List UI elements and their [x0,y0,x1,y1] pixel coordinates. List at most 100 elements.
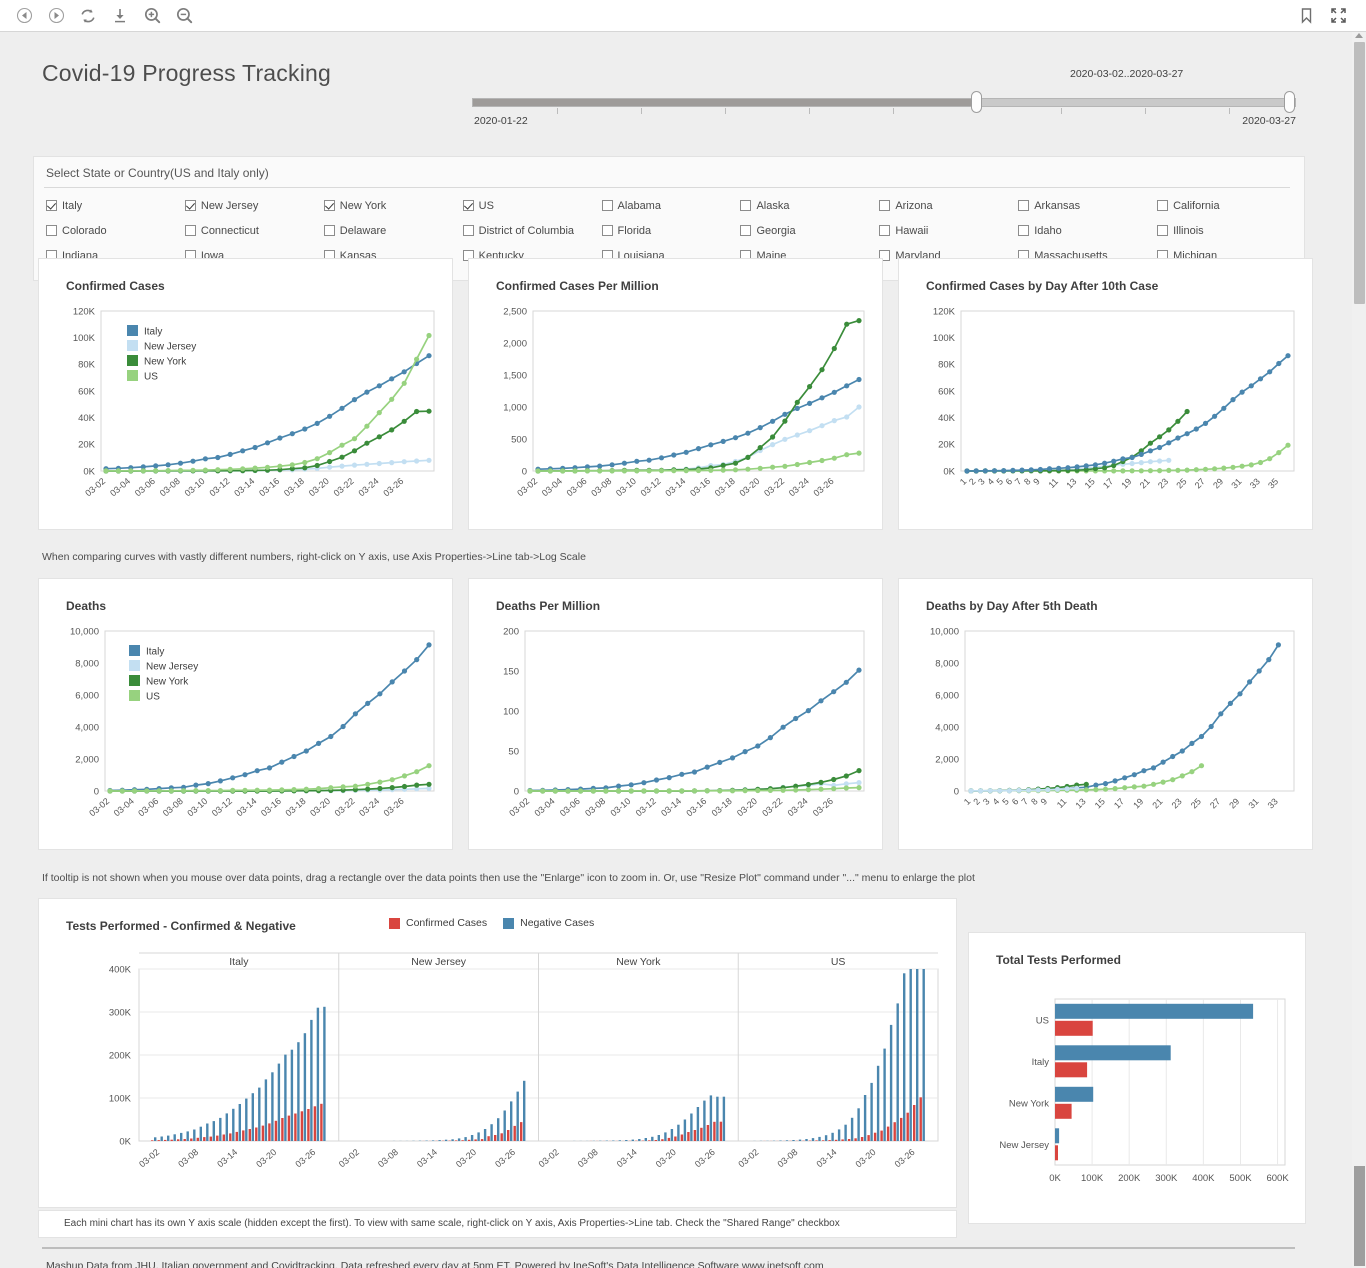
data-point[interactable] [805,708,811,714]
bar-confirmed[interactable] [821,1140,825,1141]
data-point[interactable] [704,788,710,794]
data-point[interactable] [1129,460,1135,467]
data-point[interactable] [807,428,813,434]
checkbox-box[interactable] [879,200,891,211]
bar-confirmed[interactable] [880,1130,883,1141]
bar-negative[interactable] [160,1136,163,1142]
data-point[interactable] [314,456,320,462]
data-point[interactable] [1247,679,1253,685]
data-point[interactable] [856,780,862,786]
data-point[interactable] [140,468,146,474]
scroll-up-arrow[interactable] [1355,33,1363,38]
data-point[interactable] [732,467,739,473]
bar-confirmed[interactable] [693,1130,697,1141]
bar-confirmed[interactable] [661,1139,664,1141]
bar-negative[interactable] [863,1095,867,1141]
data-point[interactable] [658,455,665,461]
zoom-out-icon[interactable] [170,3,198,29]
data-point[interactable] [732,460,739,466]
data-point[interactable] [621,468,627,474]
data-point[interactable] [1083,787,1089,793]
data-point[interactable] [578,788,584,794]
bar-negative[interactable] [638,1139,641,1141]
bar-confirmed[interactable] [854,1138,857,1141]
data-point[interactable] [264,464,271,470]
data-point[interactable] [1276,360,1282,367]
checkbox-box[interactable] [184,200,196,211]
bar-confirmed[interactable] [680,1134,684,1142]
data-point[interactable] [107,788,113,794]
confirmed-cases-by-day-chart[interactable]: 0K20K40K60K80K100K120K123456789 11 13 15 17 1… [899,259,1312,529]
bar-confirmed[interactable] [674,1136,677,1142]
data-point[interactable] [708,467,714,473]
data-point[interactable] [1266,657,1272,663]
data-point[interactable] [1179,773,1185,779]
bar-negative[interactable] [903,973,906,1141]
data-point[interactable] [115,468,121,474]
data-point[interactable] [339,454,345,460]
data-point[interactable] [165,468,171,474]
data-point[interactable] [414,356,420,362]
data-point[interactable] [1157,434,1163,440]
data-point[interactable] [819,423,825,429]
data-point[interactable] [767,787,773,793]
data-point[interactable] [165,462,171,468]
data-point[interactable] [782,418,788,424]
data-point[interactable] [365,700,371,706]
data-point[interactable] [732,435,739,441]
data-point[interactable] [742,788,748,794]
bar-negative[interactable] [438,1140,441,1141]
bar-negative[interactable] [716,1096,719,1141]
bar-negative[interactable] [870,1082,873,1141]
bar-negative[interactable] [798,1139,802,1141]
data-point[interactable] [1166,457,1172,463]
data-point[interactable] [351,462,358,468]
data-point[interactable] [1212,413,1218,419]
data-point[interactable] [291,753,297,760]
bar-negative[interactable] [431,1140,435,1141]
data-point[interactable] [227,466,233,472]
data-point[interactable] [1160,759,1166,765]
data-point[interactable] [314,420,320,426]
data-point[interactable] [1157,444,1163,451]
bar-confirmed[interactable] [261,1125,265,1141]
data-point[interactable] [1184,467,1190,473]
data-point[interactable] [327,413,333,419]
data-point[interactable] [1102,786,1109,792]
data-point[interactable] [303,786,309,792]
data-point[interactable] [616,788,622,794]
data-point[interactable] [717,788,723,794]
data-point[interactable] [144,788,150,794]
state-checkbox-delaware[interactable]: Delaware [323,218,463,243]
data-point[interactable] [1275,642,1281,648]
data-point[interactable] [1179,748,1185,754]
bar-negative[interactable] [811,1138,815,1141]
data-point[interactable] [729,755,736,761]
checkbox-box[interactable] [879,225,891,236]
data-point[interactable] [227,451,233,457]
data-point[interactable] [641,788,647,794]
state-checkbox-arizona[interactable]: Arizona [879,193,1018,218]
bar-confirmed[interactable] [222,1134,225,1142]
data-point[interactable] [426,763,432,769]
data-point[interactable] [1170,777,1176,783]
bar-confirmed[interactable] [900,1117,903,1141]
data-point[interactable] [401,369,407,375]
data-point[interactable] [1166,467,1172,473]
data-point[interactable] [1257,376,1264,382]
bar-negative[interactable] [690,1113,693,1142]
bar-negative[interactable] [219,1117,222,1141]
state-checkbox-georgia[interactable]: Georgia [740,218,879,243]
data-point[interactable] [755,787,761,794]
data-point[interactable] [153,468,159,474]
data-point[interactable] [720,467,726,473]
data-point[interactable] [414,458,420,464]
data-point[interactable] [1129,468,1135,474]
data-point[interactable] [205,788,211,794]
data-point[interactable] [844,321,850,327]
data-point[interactable] [745,454,751,460]
bar-negative[interactable] [844,1124,847,1141]
bar-negative[interactable] [251,1093,254,1141]
data-point[interactable] [805,781,811,788]
data-point[interactable] [653,777,660,783]
